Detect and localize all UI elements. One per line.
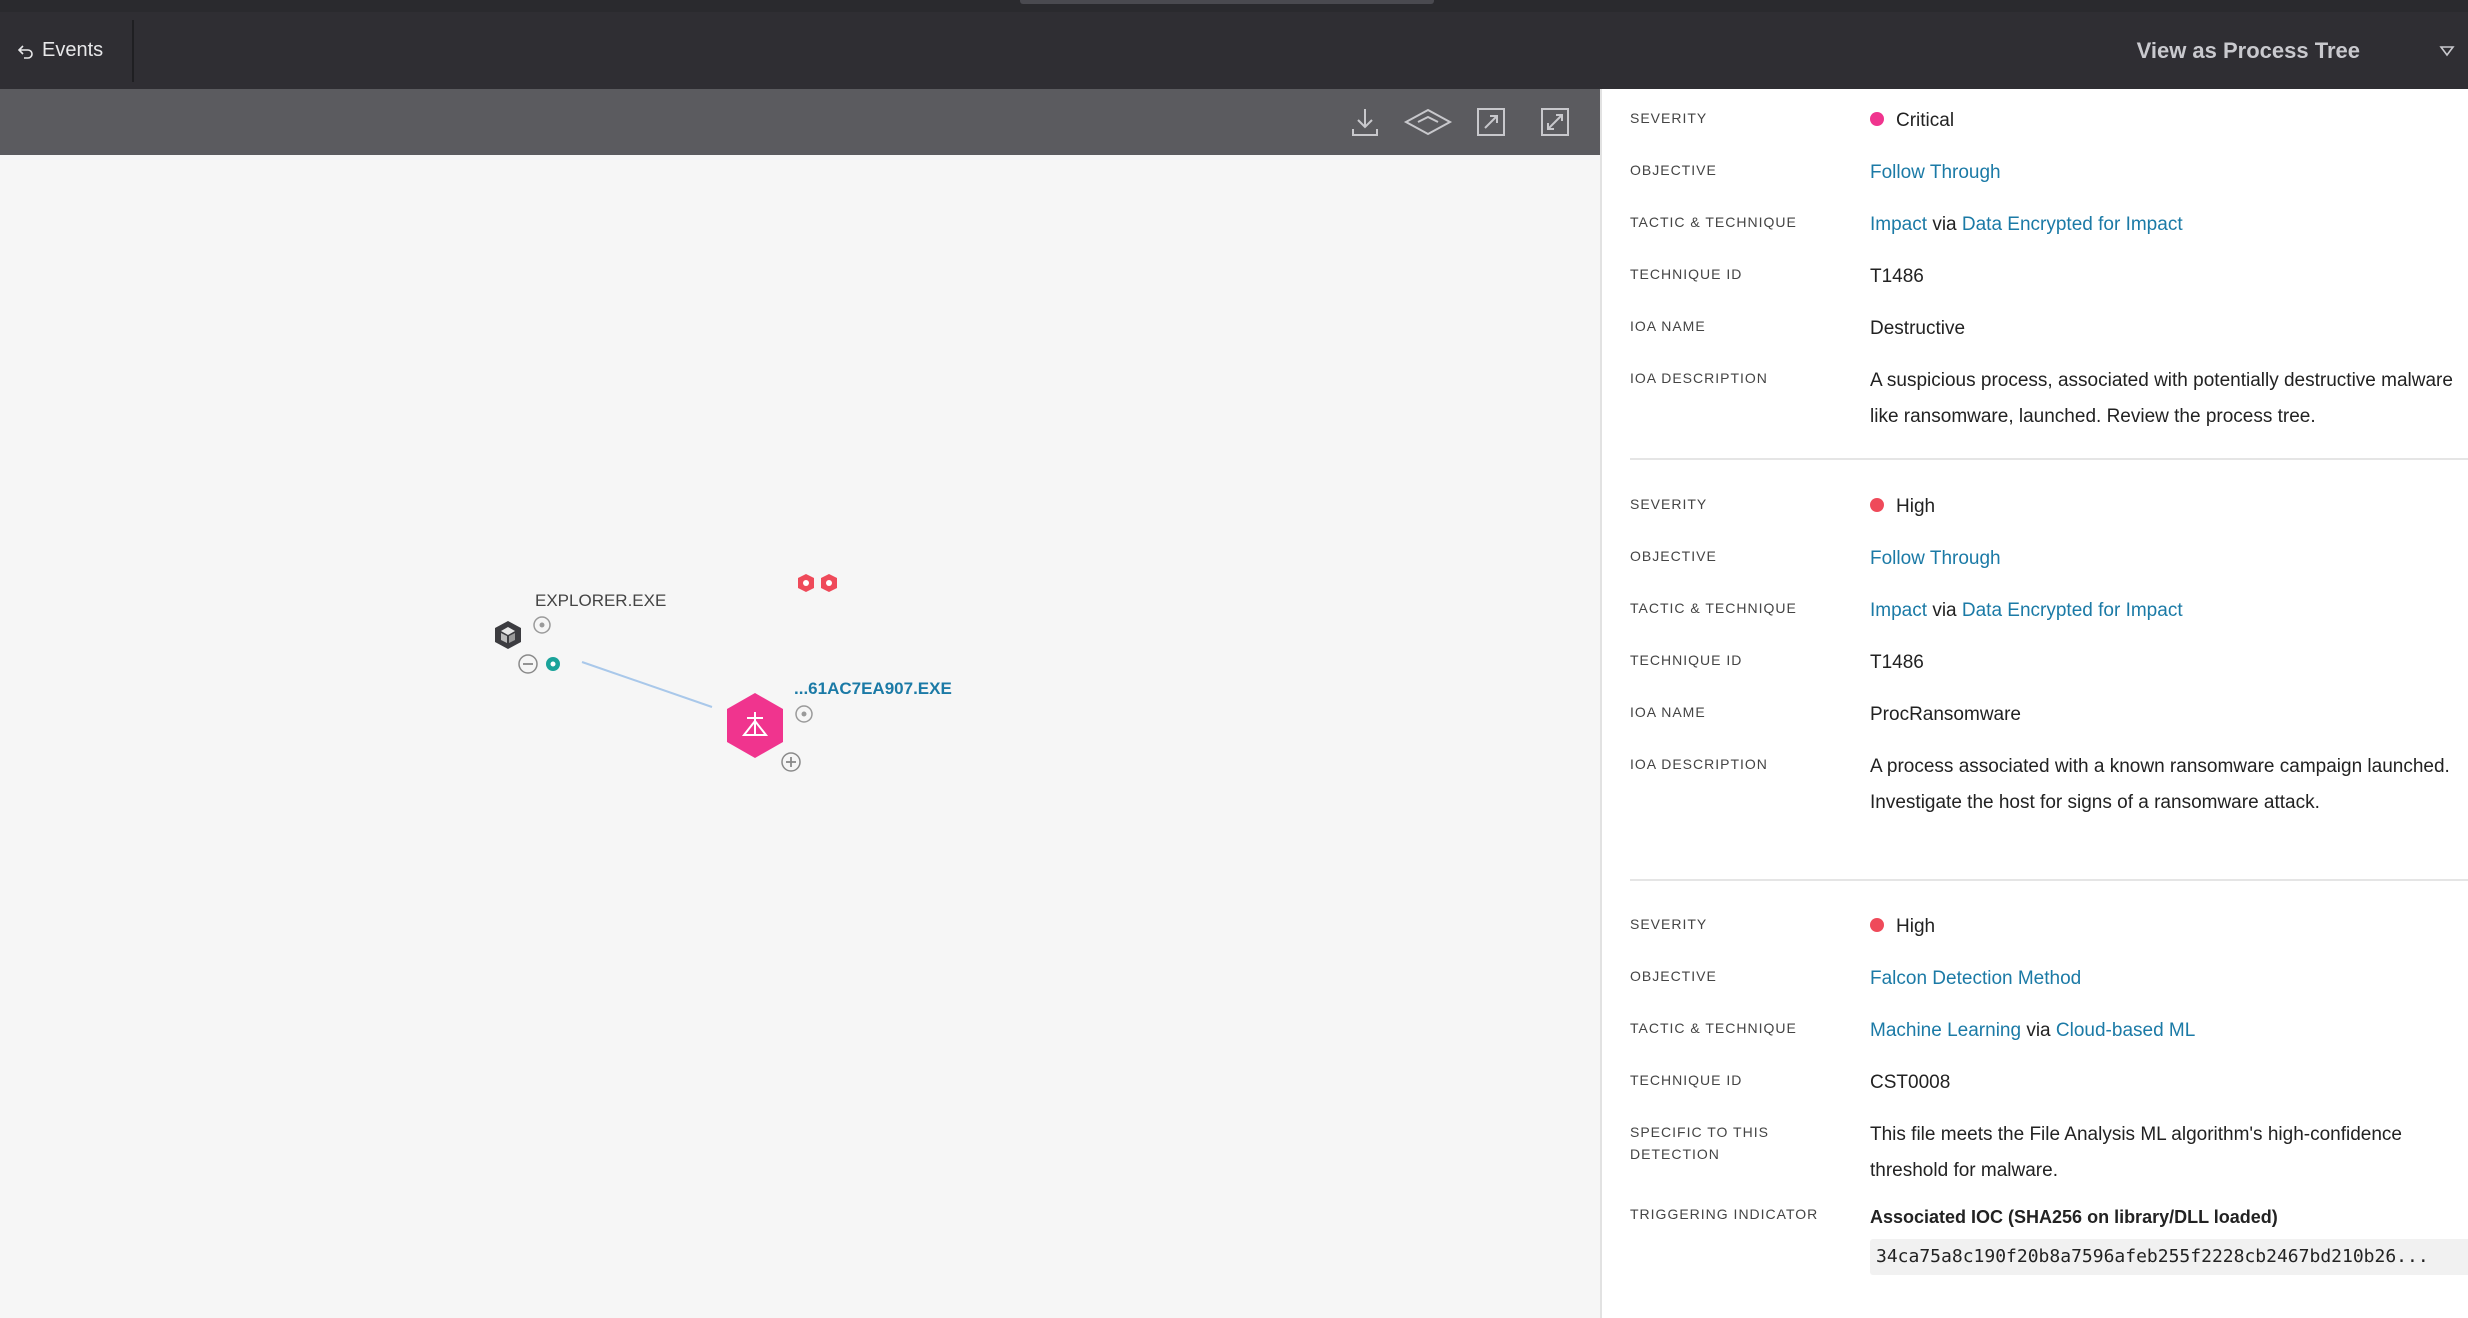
- events-back-button[interactable]: Events: [18, 12, 103, 89]
- explorer-target-icon[interactable]: [533, 616, 551, 634]
- explorer-node-icon[interactable]: [495, 621, 521, 649]
- tactic-label: TACTIC & TECHNIQUE: [1630, 214, 1797, 230]
- tactic-link[interactable]: Impact: [1870, 214, 1927, 235]
- window-handle: [1020, 0, 1434, 4]
- tactic-label: TACTIC & TECHNIQUE: [1630, 1020, 1797, 1036]
- technique-link[interactable]: Cloud-based ML: [2056, 1020, 2195, 1041]
- technique-id-value: T1486: [1870, 652, 1924, 673]
- severity-label: SEVERITY: [1630, 110, 1708, 126]
- process-expand-icon[interactable]: [781, 752, 801, 772]
- detection-badge-icon: [798, 574, 837, 592]
- triggering-indicator-hash[interactable]: 34ca75a8c190f20b8a7596afeb255f2228cb2467…: [1870, 1239, 2468, 1275]
- technique-id-label: TECHNIQUE ID: [1630, 652, 1743, 668]
- explorer-node-label[interactable]: EXPLORER.EXE: [535, 591, 666, 611]
- tactic-link[interactable]: Machine Learning: [1870, 1020, 2021, 1041]
- severity-dot: [1870, 917, 1884, 932]
- severity-dot: [1870, 497, 1884, 512]
- explorer-collapse-icon[interactable]: [518, 654, 538, 674]
- dropdown-chevron-icon[interactable]: [2438, 42, 2456, 60]
- triggering-indicator-title: Associated IOC (SHA256 on library/DLL lo…: [1870, 1207, 2278, 1227]
- technique-id-label: TECHNIQUE ID: [1630, 266, 1743, 282]
- process-target-icon[interactable]: [795, 705, 813, 723]
- technique-id-value: T1486: [1870, 266, 1924, 287]
- tactic-value: Impact via Data Encrypted for Impact: [1870, 600, 2183, 621]
- severity-label: SEVERITY: [1630, 496, 1708, 512]
- specific-detection-value: This file meets the File Analysis ML alg…: [1870, 1124, 2402, 1181]
- technique-id-label: TECHNIQUE ID: [1630, 1072, 1743, 1088]
- window-top-strip: [0, 0, 2468, 12]
- specific-detection-label: SPECIFIC TO THIS DETECTION: [1630, 1124, 1769, 1162]
- ransomware-process-label[interactable]: ...61AC7EA907.EXE: [794, 679, 952, 699]
- events-back-label: Events: [42, 39, 104, 61]
- ransomware-process-node-icon[interactable]: [727, 693, 783, 758]
- process-edge: [581, 661, 713, 708]
- explorer-status-icon: [546, 657, 560, 671]
- objective-label: OBJECTIVE: [1630, 548, 1717, 564]
- objective-link[interactable]: Follow Through: [1870, 541, 2460, 577]
- layers-icon[interactable]: [1403, 103, 1453, 141]
- technique-link[interactable]: Data Encrypted for Impact: [1962, 600, 2183, 621]
- objective-label: OBJECTIVE: [1630, 162, 1717, 178]
- ioa-name-label: IOA NAME: [1630, 704, 1706, 720]
- objective-link[interactable]: Falcon Detection Method: [1870, 961, 2460, 997]
- tactic-value: Machine Learning via Cloud-based ML: [1870, 1020, 2196, 1041]
- ioa-description-value: A suspicious process, associated with po…: [1870, 370, 2453, 427]
- detection-divider: [1630, 879, 2468, 881]
- download-icon[interactable]: [1346, 103, 1384, 141]
- ioa-name-value: Destructive: [1870, 318, 1966, 339]
- undo-icon: [18, 44, 33, 59]
- triggering-indicator-label: TRIGGERING INDICATOR: [1630, 1206, 1819, 1222]
- severity-label: SEVERITY: [1630, 916, 1708, 932]
- tactic-link[interactable]: Impact: [1870, 600, 1927, 621]
- technique-link[interactable]: Data Encrypted for Impact: [1962, 214, 2183, 235]
- graph-toolbar: [0, 89, 1600, 155]
- header-bar: Events View as Process Tree: [0, 12, 2468, 89]
- ioa-description-label: IOA DESCRIPTION: [1630, 756, 1768, 772]
- ioa-name-label: IOA NAME: [1630, 318, 1706, 334]
- detection-divider: [1630, 458, 2468, 460]
- fit-icon[interactable]: [1536, 103, 1574, 141]
- header-divider: [132, 20, 134, 82]
- view-as-process-tree-button[interactable]: View as Process Tree: [2137, 12, 2360, 89]
- tactic-value: Impact via Data Encrypted for Impact: [1870, 214, 2183, 235]
- tactic-label: TACTIC & TECHNIQUE: [1630, 600, 1797, 616]
- process-graph-canvas[interactable]: EXPLORER.EXE ...61AC7EA907.EXE: [0, 155, 1600, 1318]
- ioa-description-value: A process associated with a known ransom…: [1870, 756, 2450, 813]
- objective-link[interactable]: Follow Through: [1870, 155, 2460, 191]
- expand-icon[interactable]: [1472, 103, 1510, 141]
- severity-value: High: [1870, 489, 2460, 525]
- detection-details-panel: SEVERITY Critical OBJECTIVE Follow Throu…: [1600, 89, 2468, 1318]
- objective-label: OBJECTIVE: [1630, 968, 1717, 984]
- technique-id-value: CST0008: [1870, 1072, 1951, 1093]
- severity-value: Critical: [1870, 103, 2460, 139]
- process-graph: [495, 574, 837, 772]
- severity-value: High: [1870, 909, 2460, 945]
- severity-dot: [1870, 111, 1884, 126]
- ioa-name-value: ProcRansomware: [1870, 704, 2021, 725]
- ioa-description-label: IOA DESCRIPTION: [1630, 370, 1768, 386]
